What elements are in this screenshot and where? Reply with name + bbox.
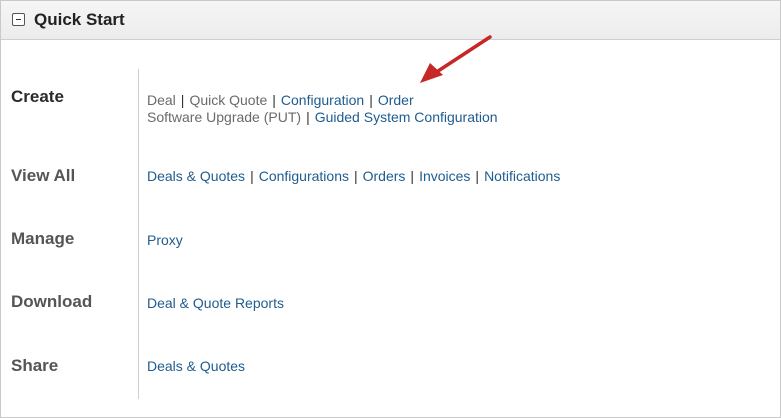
separator: | <box>369 92 373 108</box>
separator: | <box>250 168 254 184</box>
separator: | <box>306 109 310 125</box>
link-orders[interactable]: Orders <box>363 168 406 184</box>
link-quick-quote[interactable]: Quick Quote <box>189 92 267 108</box>
link-configurations[interactable]: Configurations <box>259 168 349 184</box>
share-links: Deals & Quotes <box>147 358 245 375</box>
row-label-create: Create <box>11 87 64 106</box>
separator: | <box>180 92 185 108</box>
separator: | <box>475 168 480 184</box>
link-order[interactable]: Order <box>378 92 414 108</box>
quick-start-panel: Quick Start Create Deal | Quick Quote | Conf… <box>0 0 781 418</box>
link-deal[interactable]: Deal <box>147 92 176 108</box>
link-invoices[interactable]: Invoices <box>419 168 470 184</box>
row-label-view-all: View All <box>11 166 76 185</box>
separator: | <box>410 168 415 184</box>
link-notifications[interactable]: Notifications <box>484 168 560 184</box>
link-guided-system-configuration[interactable]: Guided System Configuration <box>315 109 498 125</box>
link-configuration[interactable]: Configuration <box>281 92 364 108</box>
collapse-icon[interactable] <box>12 13 25 26</box>
create-links: Deal | Quick Quote | Configuration | Order Sof… <box>147 92 498 126</box>
link-proxy[interactable]: Proxy <box>147 232 183 248</box>
download-links: Deal & Quote Reports <box>147 295 284 312</box>
link-deals-quotes[interactable]: Deals & Quotes <box>147 168 245 184</box>
view-all-links: Deals & Quotes | Configurations | Orders | Inv… <box>147 168 560 185</box>
link-share-deals-quotes[interactable]: Deals & Quotes <box>147 358 245 374</box>
manage-links: Proxy <box>147 232 183 249</box>
link-software-upgrade[interactable]: Software Upgrade (PUT) <box>147 109 301 125</box>
column-divider <box>138 69 139 399</box>
separator: | <box>353 168 358 184</box>
panel-title: Quick Start <box>34 10 125 29</box>
row-label-share: Share <box>11 356 59 375</box>
minus-icon <box>16 19 21 20</box>
panel-header: Quick Start <box>1 1 780 40</box>
separator: | <box>272 92 276 108</box>
row-label-manage: Manage <box>11 229 75 248</box>
row-label-download: Download <box>11 292 93 311</box>
link-deal-quote-reports[interactable]: Deal & Quote Reports <box>147 295 284 311</box>
